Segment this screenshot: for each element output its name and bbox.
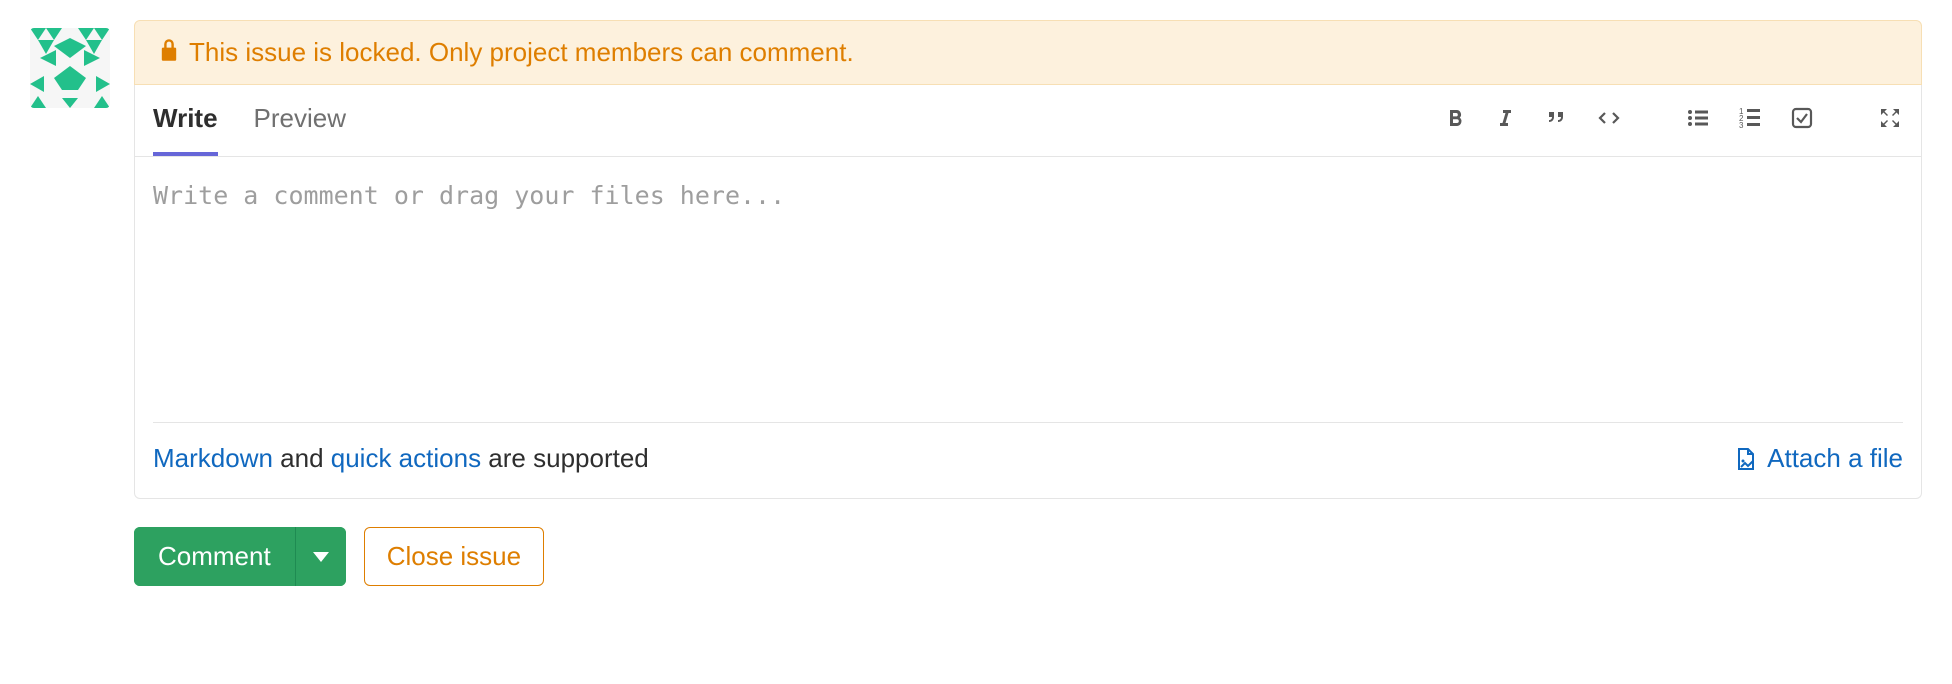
fullscreen-icon[interactable] bbox=[1877, 106, 1903, 130]
italic-icon[interactable] bbox=[1493, 106, 1517, 130]
comment-dropdown-toggle[interactable] bbox=[296, 527, 346, 586]
avatar[interactable] bbox=[30, 28, 110, 108]
comment-textarea[interactable] bbox=[153, 157, 1903, 417]
locked-banner: This issue is locked. Only project membe… bbox=[134, 20, 1922, 85]
tab-preview[interactable]: Preview bbox=[254, 103, 346, 156]
task-list-icon[interactable] bbox=[1789, 106, 1815, 130]
markdown-help-text: Markdown and quick actions are supported bbox=[153, 443, 649, 474]
numbered-list-icon[interactable]: 123 bbox=[1737, 106, 1763, 130]
comment-button-group: Comment bbox=[134, 527, 346, 586]
bold-icon[interactable] bbox=[1443, 106, 1467, 130]
markdown-link[interactable]: Markdown bbox=[153, 443, 273, 473]
comment-editor: Write Preview bbox=[134, 85, 1922, 499]
tab-write[interactable]: Write bbox=[153, 103, 218, 156]
svg-text:3: 3 bbox=[1739, 121, 1744, 130]
attach-file-label: Attach a file bbox=[1767, 443, 1903, 474]
quote-icon[interactable] bbox=[1543, 106, 1569, 130]
comment-button[interactable]: Comment bbox=[134, 527, 296, 586]
code-icon[interactable] bbox=[1595, 106, 1623, 130]
lock-icon bbox=[159, 38, 179, 67]
bullet-list-icon[interactable] bbox=[1685, 106, 1711, 130]
attach-file-button[interactable]: Attach a file bbox=[1733, 443, 1903, 474]
close-issue-button[interactable]: Close issue bbox=[364, 527, 544, 586]
markdown-toolbar: 123 bbox=[1443, 106, 1903, 136]
locked-banner-text: This issue is locked. Only project membe… bbox=[189, 37, 854, 68]
quick-actions-link[interactable]: quick actions bbox=[331, 443, 481, 473]
